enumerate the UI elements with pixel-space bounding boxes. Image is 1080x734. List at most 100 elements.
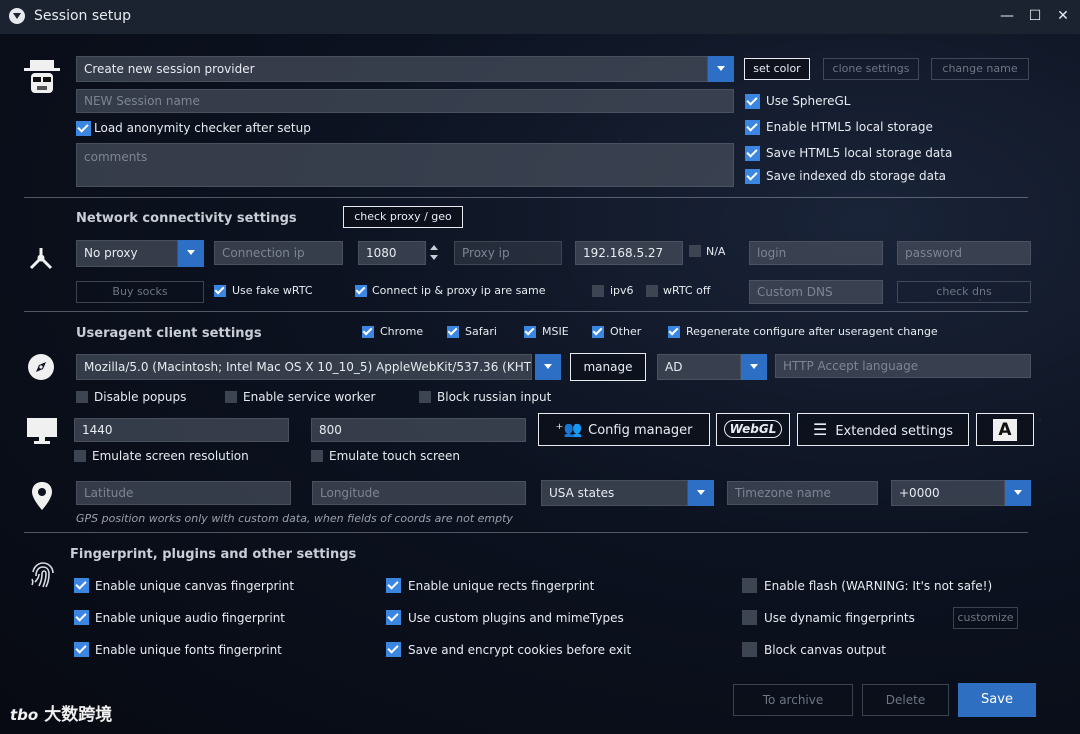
disable-popups-checkbox[interactable] [76,391,88,403]
emulate-touch-label: Emulate touch screen [329,449,461,463]
ip-value-field[interactable]: 192.168.5.27 [575,241,683,265]
customize-button[interactable]: customize [953,607,1018,629]
port-input[interactable]: 1080 [358,241,426,265]
fake-webrtc-checkbox[interactable] [214,285,226,297]
comments-textarea[interactable]: comments [76,143,734,187]
location-pin-icon [32,482,52,510]
port-stepper[interactable] [429,241,439,265]
password-input[interactable]: password [897,241,1031,265]
custom-dns-input[interactable]: Custom DNS [749,280,883,304]
msie-checkbox[interactable] [524,326,536,338]
anonymity-checker-checkbox[interactable] [76,121,91,136]
utc-offset-select[interactable]: +0000 [891,480,1005,506]
save-html5-data-checkbox[interactable] [745,146,760,161]
rects-fingerprint-label: Enable unique rects fingerprint [408,579,595,593]
save-button[interactable]: Save [958,683,1036,717]
other-checkbox[interactable] [592,326,604,338]
maximize-button[interactable]: ☐ [1024,6,1046,26]
na-label: N/A [706,245,726,258]
service-worker-checkbox[interactable] [225,391,237,403]
dynamic-fingerprints-checkbox[interactable] [742,610,757,625]
check-dns-button[interactable]: check dns [897,281,1031,303]
screen-height-input[interactable]: 800 [311,418,526,442]
block-canvas-label: Block canvas output [764,643,886,657]
save-indexed-db-label: Save indexed db storage data [766,169,947,183]
chevron-down-icon[interactable] [741,354,767,380]
check-proxy-button[interactable]: check proxy / geo [343,206,463,228]
buy-socks-button[interactable]: Buy socks [76,281,204,303]
audio-fingerprint-label: Enable unique audio fingerprint [95,611,286,625]
network-icon [29,248,53,270]
block-canvas-checkbox[interactable] [742,642,757,657]
timezone-input[interactable]: Timezone name [727,481,878,505]
proxy-ip-input[interactable]: Proxy ip [454,241,562,265]
custom-plugins-label: Use custom plugins and mimeTypes [408,611,624,625]
config-manager-button[interactable]: ⁺👥 Config manager [538,413,710,446]
html5-storage-checkbox[interactable] [745,120,760,135]
gps-note: GPS position works only with custom data… [76,512,513,525]
fonts-fingerprint-label: Enable unique fonts fingerprint [95,643,282,657]
chevron-down-icon[interactable] [688,480,714,506]
safari-checkbox[interactable] [447,326,459,338]
state-select[interactable]: USA states [541,480,688,506]
service-worker-label: Enable service worker [243,390,376,404]
connection-ip-input[interactable]: Connection ip [214,241,343,265]
proxy-type-select[interactable]: No proxy [76,240,178,267]
webrtc-off-checkbox[interactable] [646,285,658,297]
save-indexed-db-checkbox[interactable] [745,169,760,184]
useragent-select[interactable]: Mozilla/5.0 (Macintosh; Intel Mac OS X 1… [76,354,532,380]
window-title: Session setup [34,8,132,24]
screen-width-input[interactable]: 1440 [74,418,289,442]
font-settings-button[interactable]: A [976,413,1034,446]
connect-same-checkbox[interactable] [355,285,367,297]
na-checkbox[interactable] [689,245,701,257]
compass-icon [28,354,54,380]
chevron-down-icon[interactable] [535,354,561,380]
chrome-label: Chrome [380,325,424,338]
safari-label: Safari [465,325,497,338]
extended-settings-button[interactable]: ☰ Extended settings [797,413,969,446]
emulate-resolution-checkbox[interactable] [74,450,86,462]
fonts-fingerprint-checkbox[interactable] [74,642,89,657]
enable-flash-checkbox[interactable] [742,578,757,593]
encrypt-cookies-checkbox[interactable] [386,642,401,657]
latitude-input[interactable]: Latitude [76,481,291,505]
custom-plugins-checkbox[interactable] [386,610,401,625]
user-avatar-icon [24,60,60,93]
fake-webrtc-label: Use fake wRTC [232,284,313,297]
emulate-touch-checkbox[interactable] [311,450,323,462]
canvas-fingerprint-checkbox[interactable] [74,578,89,593]
close-button[interactable]: ✕ [1052,6,1074,26]
accept-language-input[interactable]: HTTP Accept language [775,354,1031,378]
session-name-input[interactable]: NEW Session name [76,89,734,113]
chevron-down-icon[interactable] [178,240,204,267]
config-manager-label: Config manager [588,423,693,438]
chevron-down-icon[interactable] [1005,480,1031,506]
change-name-button[interactable]: change name [931,58,1029,80]
regenerate-label: Regenerate configure after useragent cha… [686,325,938,338]
rects-fingerprint-checkbox[interactable] [386,578,401,593]
audio-fingerprint-checkbox[interactable] [74,610,89,625]
minimize-button[interactable]: — [996,6,1018,26]
delete-button[interactable]: Delete [862,684,949,716]
use-spheregl-checkbox[interactable] [745,94,760,109]
language-select[interactable]: AD [657,354,741,380]
block-russian-checkbox[interactable] [419,391,431,403]
watermark: tbo 大数跨境 [10,700,112,725]
chrome-checkbox[interactable] [362,326,374,338]
webgl-logo: WebGL [723,420,783,438]
webrtc-off-label: wRTC off [663,284,711,297]
set-color-button[interactable]: set color [744,58,810,80]
login-input[interactable]: login [749,241,883,265]
session-provider-select[interactable]: Create new session provider [76,56,708,82]
regenerate-checkbox[interactable] [668,326,680,338]
clone-settings-button[interactable]: clone settings [823,58,919,80]
chevron-down-icon[interactable] [708,56,734,82]
ipv6-checkbox[interactable] [592,285,604,297]
longitude-input[interactable]: Longitude [312,481,526,505]
disable-popups-label: Disable popups [94,390,187,404]
manage-button[interactable]: manage [570,353,646,381]
msie-label: MSIE [542,325,569,338]
webgl-button[interactable]: WebGL [716,413,790,446]
to-archive-button[interactable]: To archive [733,684,853,716]
